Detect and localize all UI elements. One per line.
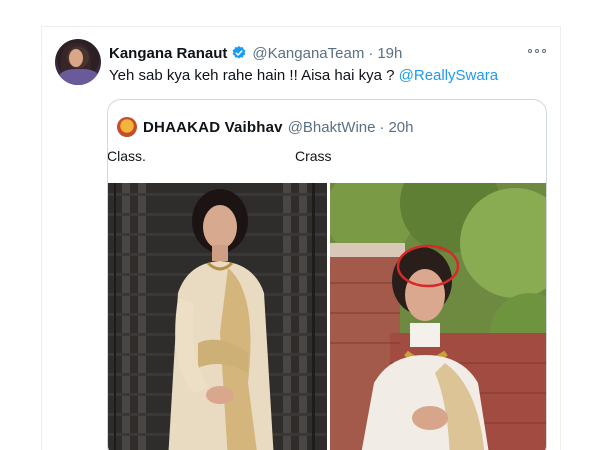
more-dot-3 <box>542 49 546 53</box>
avatar-clothing <box>59 69 99 85</box>
author-avatar[interactable] <box>55 39 101 85</box>
quoted-tweet[interactable]: DHAAKAD Vaibhav @BhaktWine · 20h Class. … <box>107 99 547 450</box>
mention-link[interactable]: @ReallySwara <box>399 67 498 84</box>
author-display-name[interactable]: Kangana Ranaut <box>109 45 227 62</box>
photo-right-image <box>330 183 546 450</box>
verified-badge-icon <box>233 46 246 59</box>
more-dot-2 <box>535 49 539 53</box>
photo-right[interactable] <box>330 183 546 450</box>
photo-left-image <box>108 183 327 450</box>
caption-crass: Crass <box>295 148 332 164</box>
more-options-icon[interactable] <box>528 42 546 60</box>
caption-class: Class. <box>107 148 146 164</box>
avatar-face <box>69 49 83 67</box>
tweet-card[interactable]: Kangana Ranaut @KanganaTeam · 19h Yeh sa… <box>41 26 561 450</box>
tweet-text: Yeh sab kya keh rahe hain !! Aisa hai ky… <box>109 67 498 84</box>
quoted-tweet-caption: Class. Crass <box>107 100 546 180</box>
more-dot-1 <box>528 49 532 53</box>
tweet-timestamp[interactable]: 19h <box>377 45 402 62</box>
photo-left[interactable] <box>108 183 327 450</box>
tweet-body: Yeh sab kya keh rahe hain !! Aisa hai ky… <box>109 67 399 84</box>
tweet-header: Kangana Ranaut @KanganaTeam · 19h <box>109 43 402 63</box>
author-handle[interactable]: @KanganaTeam <box>252 45 364 62</box>
separator-dot: · <box>368 44 374 62</box>
